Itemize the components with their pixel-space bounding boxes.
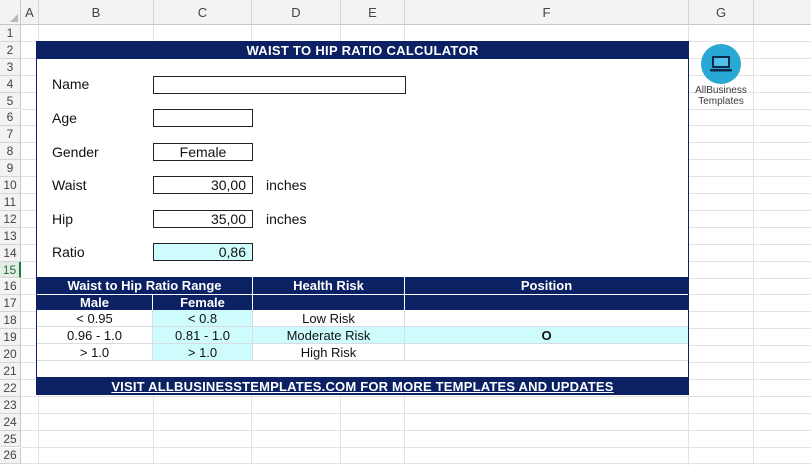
row-header-18[interactable]: 18 xyxy=(0,312,21,330)
column-header-d[interactable]: D xyxy=(252,0,341,25)
waist-label: Waist xyxy=(52,177,87,193)
row-header-4[interactable]: 4 xyxy=(0,75,21,93)
row-header-10[interactable]: 10 xyxy=(0,177,21,194)
position-subheader-blank xyxy=(405,294,688,310)
waist-field[interactable]: 30,00 xyxy=(153,176,253,194)
hip-field[interactable]: 35,00 xyxy=(153,210,253,228)
hip-unit: inches xyxy=(266,211,307,227)
row-header-23[interactable]: 23 xyxy=(0,396,21,414)
table-row-low-male: < 0.95 xyxy=(37,310,153,327)
female-subheader: Female xyxy=(153,294,253,310)
gridline xyxy=(21,463,811,465)
gridline xyxy=(21,429,811,431)
table-row-moderate-female: 0.81 - 1.0 xyxy=(153,327,253,344)
row-header-6[interactable]: 6 xyxy=(0,109,21,127)
column-header-e[interactable]: E xyxy=(341,0,405,25)
row-header-7[interactable]: 7 xyxy=(0,126,21,144)
position-header: Position xyxy=(405,277,688,294)
row-header-13[interactable]: 13 xyxy=(0,227,21,245)
table-row-high-female: > 1.0 xyxy=(153,344,253,361)
table-row-low-female: < 0.8 xyxy=(153,310,253,327)
male-subheader: Male xyxy=(37,294,153,310)
age-label: Age xyxy=(52,110,77,126)
hip-label: Hip xyxy=(52,211,74,227)
row-header-11[interactable]: 11 xyxy=(0,194,21,211)
table-row-moderate-position: O xyxy=(405,327,688,344)
table-row-high-risk: High Risk xyxy=(253,344,405,361)
row-header-22[interactable]: 22 xyxy=(0,379,21,397)
gender-label: Gender xyxy=(52,144,99,160)
row-header-26[interactable]: 26 xyxy=(0,447,21,465)
row-header-20[interactable]: 20 xyxy=(0,346,21,363)
footer-link[interactable]: VISIT ALLBUSINESSTEMPLATES.COM FOR MORE … xyxy=(37,377,688,395)
name-field[interactable] xyxy=(153,76,406,94)
row-header-24[interactable]: 24 xyxy=(0,413,21,431)
row-header-3[interactable]: 3 xyxy=(0,58,21,76)
laptop-icon xyxy=(701,44,741,84)
logo-line2: Templates xyxy=(698,96,744,107)
calculator-title: WAIST TO HIP RATIO CALCULATOR xyxy=(37,42,688,59)
gridline xyxy=(21,412,811,414)
row-header-15[interactable]: 15 xyxy=(0,261,21,279)
logo-line1: AllBusiness xyxy=(695,85,747,96)
table-row-high-position xyxy=(405,344,688,361)
row-header-17[interactable]: 17 xyxy=(0,295,21,313)
column-header-f[interactable]: F xyxy=(405,0,689,25)
row-header-16[interactable]: 16 xyxy=(0,278,21,296)
name-label: Name xyxy=(52,76,90,92)
age-field[interactable] xyxy=(153,109,253,127)
row-header-21[interactable]: 21 xyxy=(0,363,21,380)
risk-header: Health Risk xyxy=(253,277,405,294)
ratio-label: Ratio xyxy=(52,244,85,260)
gridline xyxy=(21,395,811,397)
table-row-low-risk: Low Risk xyxy=(253,310,405,327)
row-header-9[interactable]: 9 xyxy=(0,160,21,178)
gender-field[interactable]: Female xyxy=(153,143,253,161)
column-header-h[interactable] xyxy=(754,0,811,25)
row-header-5[interactable]: 5 xyxy=(0,92,21,110)
risk-subheader-blank xyxy=(253,294,405,310)
allbusiness-logo[interactable]: AllBusiness Templates xyxy=(690,44,752,112)
gridline xyxy=(21,446,811,448)
select-all-corner[interactable] xyxy=(0,0,21,25)
row-header-1[interactable]: 1 xyxy=(0,25,21,42)
table-row-moderate-male: 0.96 - 1.0 xyxy=(37,327,153,344)
row-header-19[interactable]: 19 xyxy=(0,329,21,347)
row-header-8[interactable]: 8 xyxy=(0,143,21,161)
table-row-moderate-risk: Moderate Risk xyxy=(253,327,405,344)
column-header-a[interactable]: A xyxy=(21,0,39,25)
column-header-b[interactable]: B xyxy=(39,0,154,25)
logo-text: AllBusiness Templates xyxy=(690,85,752,107)
range-header: Waist to Hip Ratio Range xyxy=(37,277,253,294)
row-header-25[interactable]: 25 xyxy=(0,430,21,448)
table-row-high-male: > 1.0 xyxy=(37,344,153,361)
table-row-low-position xyxy=(405,310,688,327)
column-header-g[interactable]: G xyxy=(689,0,754,25)
waist-hip-calculator: WAIST TO HIP RATIO CALCULATOR Name Age G… xyxy=(36,41,689,395)
row-header-14[interactable]: 14 xyxy=(0,244,21,262)
row-header-12[interactable]: 12 xyxy=(0,210,21,228)
column-header-c[interactable]: C xyxy=(154,0,252,25)
row-header-2[interactable]: 2 xyxy=(0,41,21,59)
waist-unit: inches xyxy=(266,177,307,193)
ratio-field[interactable]: 0,86 xyxy=(153,243,253,261)
